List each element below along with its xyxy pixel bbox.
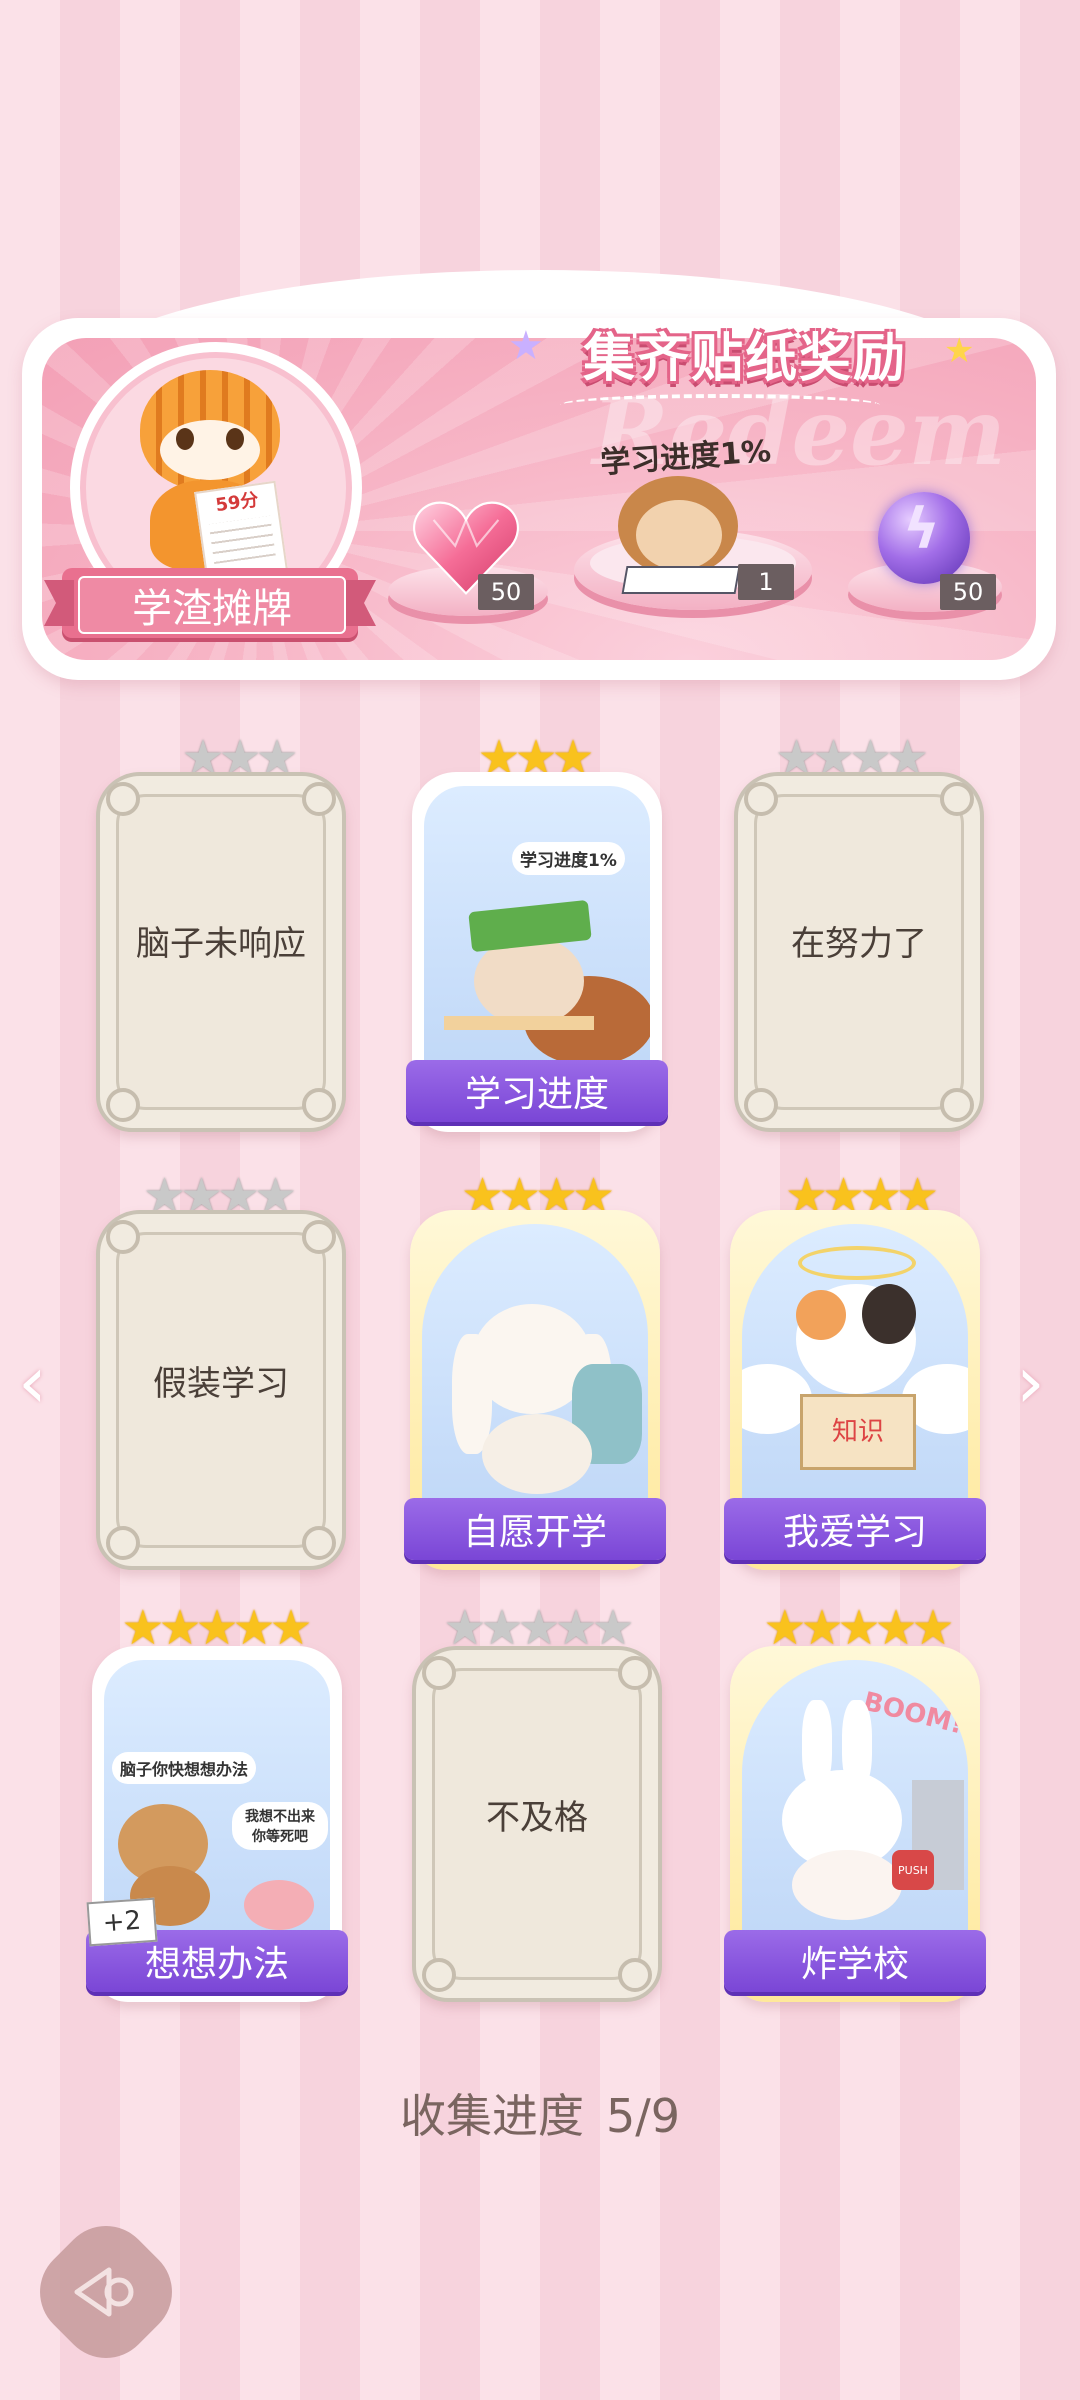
corner-ornament — [302, 1526, 336, 1560]
sticker-card-locked[interactable]: 脑子未响应 — [96, 772, 346, 1132]
push-button-icon: PUSH — [892, 1850, 934, 1890]
collection-progress: 收集进度 5/9 — [0, 2080, 1080, 2146]
sticker-card-locked[interactable]: 不及格 — [412, 1646, 662, 2002]
sticker-card[interactable]: 自愿开学 — [404, 1210, 666, 1570]
cat-patch — [862, 1284, 916, 1344]
corner-ornament — [940, 782, 974, 816]
corner-ornament — [106, 1220, 140, 1254]
sticker-title-ribbon: 学习进度 — [406, 1060, 668, 1122]
sticker-card[interactable]: BOOM!! PUSH 炸学校 — [724, 1646, 986, 2002]
badge-label: 学渣摊牌 — [78, 576, 346, 634]
corner-ornament — [744, 1088, 778, 1122]
bunny-body — [482, 1414, 592, 1494]
progress-value: 5/9 — [605, 2089, 681, 2143]
star-icon: ★ — [591, 1600, 635, 1656]
sticker-card[interactable]: 脑子你快想想办法 我想不出来你等死吧 想想办法 — [86, 1646, 348, 2002]
sticker-card[interactable]: 学习进度1% 学习进度 — [406, 772, 668, 1132]
paper-lines — [208, 515, 276, 565]
boom-text: BOOM!! — [860, 1686, 968, 1744]
speech-bubble: 我想不出来你等死吧 — [232, 1802, 328, 1850]
tiger-eye — [226, 428, 244, 450]
monkey-count: 1 — [738, 564, 794, 600]
corner-ornament — [422, 1656, 456, 1690]
corner-ornament — [940, 1088, 974, 1122]
back-arrow-icon — [64, 2252, 144, 2332]
sticker-title-ribbon: 自愿开学 — [404, 1498, 666, 1560]
tiger-face — [160, 420, 260, 480]
bunny-body — [792, 1850, 902, 1920]
sticker-card[interactable]: 知识 我爱学习 — [724, 1210, 986, 1570]
sparkle-star-icon: ★ — [508, 323, 544, 369]
score-paper: 59分 — [194, 480, 288, 582]
sticker-title: 假装学习 — [153, 1364, 289, 1404]
star-icon: ★ — [911, 1600, 955, 1656]
corner-ornament — [744, 782, 778, 816]
corner-ornament — [302, 1220, 336, 1254]
sticker-card-locked[interactable]: 在努力了 — [734, 772, 984, 1132]
halo — [798, 1246, 916, 1280]
speech-bubble: 学习进度1% — [512, 842, 625, 875]
corner-ornament — [618, 1656, 652, 1690]
corner-ornament — [422, 1958, 456, 1992]
title-dashed-arc — [560, 394, 880, 416]
sticker-art: 学习进度1% — [424, 786, 650, 1088]
sparkle-star-icon: ★ — [944, 331, 975, 371]
reward-title: 集齐贴纸奖励 — [582, 328, 907, 389]
brain-icon — [244, 1880, 314, 1930]
desk — [444, 1016, 594, 1030]
speech-bubble: 脑子你快想想办法 — [112, 1752, 257, 1784]
next-page-arrow-icon[interactable]: › — [1016, 1346, 1045, 1418]
book-on-head — [468, 899, 592, 953]
cat-patch — [796, 1290, 846, 1340]
sticker-title: 脑子未响应 — [136, 924, 306, 964]
star-icon: ★ — [269, 1600, 313, 1656]
sticker-art: BOOM!! PUSH — [742, 1660, 968, 1958]
extra-count-tag: +2 — [86, 1897, 158, 1947]
star-rating: ★ ★ ★ ★ ★ — [734, 1604, 984, 1652]
sticker-title-ribbon: 炸学校 — [724, 1930, 986, 1992]
lightning-icon: ϟ — [903, 497, 940, 562]
sticker-title: 不及格 — [486, 1798, 588, 1838]
monkey-face — [636, 500, 722, 570]
monkey-book — [621, 566, 741, 594]
sticker-card-locked[interactable]: 假装学习 — [96, 1210, 346, 1570]
star-rating: ★ ★ ★ ★ ★ — [92, 1604, 342, 1652]
knowledge-book: 知识 — [800, 1394, 916, 1470]
bunny-ear — [452, 1334, 492, 1454]
star-rating: ★ ★ ★ ★ ★ — [414, 1604, 664, 1652]
tiger-eye — [176, 428, 194, 450]
corner-ornament — [302, 782, 336, 816]
sticker-title-ribbon: 我爱学习 — [724, 1498, 986, 1560]
prev-page-arrow-icon[interactable]: ‹ — [18, 1346, 47, 1418]
back-arrow-icon-svg — [74, 2267, 134, 2317]
corner-ornament — [302, 1088, 336, 1122]
corner-ornament — [106, 782, 140, 816]
sticker-art — [422, 1224, 648, 1526]
corner-ornament — [106, 1526, 140, 1560]
sticker-art: 知识 — [742, 1224, 968, 1526]
corner-ornament — [618, 1958, 652, 1992]
progress-label: 收集进度 — [399, 2089, 584, 2143]
heart-count: 50 — [478, 574, 534, 610]
corner-ornament — [106, 1088, 140, 1122]
sticker-title: 在努力了 — [791, 924, 927, 964]
orb-count: 50 — [940, 574, 996, 610]
